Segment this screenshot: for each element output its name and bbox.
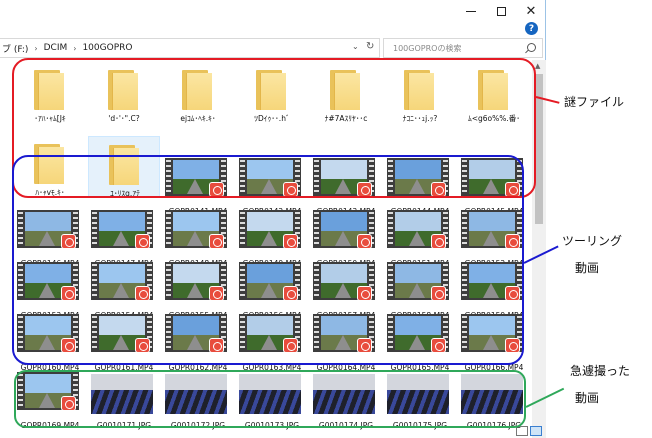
breadcrumb-dcim[interactable]: DCIM [44, 43, 68, 53]
quick-shot-callout-line2: 動画 [575, 391, 600, 405]
title-bar: ✕ [0, 0, 545, 22]
close-button[interactable]: ✕ [516, 0, 545, 22]
quick-shot-callout-line1: 急遽撮った [570, 364, 631, 378]
touring-videos-callout-line1: ツーリング [562, 234, 623, 248]
mystery-files-callout: 謎ファイル [564, 95, 625, 109]
chevron-right-icon: › [73, 43, 77, 53]
ribbon-row: ? [0, 22, 545, 36]
breadcrumb-drive[interactable]: ブ (F:) [2, 42, 28, 55]
minimize-icon [466, 10, 476, 12]
screenshot-stage: ✕ ? ブ (F:) › DCIM › 100GOPRO ⌄ ↻ 100GOPR… [0, 0, 652, 438]
quick-shot-highlight [14, 370, 526, 428]
touring-videos-callout-line2: 動画 [575, 261, 600, 275]
breadcrumb-100gopro[interactable]: 100GOPRO [82, 43, 132, 53]
close-icon: ✕ [525, 3, 537, 19]
large-icons-view-icon[interactable] [530, 426, 542, 436]
scroll-up-icon[interactable]: ▲ [535, 62, 540, 70]
minimize-button[interactable] [456, 0, 486, 22]
help-icon[interactable]: ? [525, 22, 538, 35]
refresh-icon[interactable]: ↻ [366, 41, 374, 52]
chevron-down-icon[interactable]: ⌄ [352, 42, 359, 51]
maximize-icon [496, 6, 506, 16]
chevron-right-icon: › [34, 43, 38, 53]
maximize-button[interactable] [486, 0, 516, 22]
address-bar[interactable]: ブ (F:) › DCIM › 100GOPRO ⌄ ↻ [0, 38, 380, 58]
search-input[interactable]: 100GOPROの検索 [383, 38, 543, 58]
touring-videos-highlight [12, 155, 524, 365]
search-icon [527, 43, 536, 52]
search-placeholder: 100GOPROの検索 [393, 43, 462, 53]
address-row: ブ (F:) › DCIM › 100GOPRO ⌄ ↻ 100GOPROの検索 [0, 38, 545, 58]
details-view-icon[interactable] [516, 426, 528, 436]
